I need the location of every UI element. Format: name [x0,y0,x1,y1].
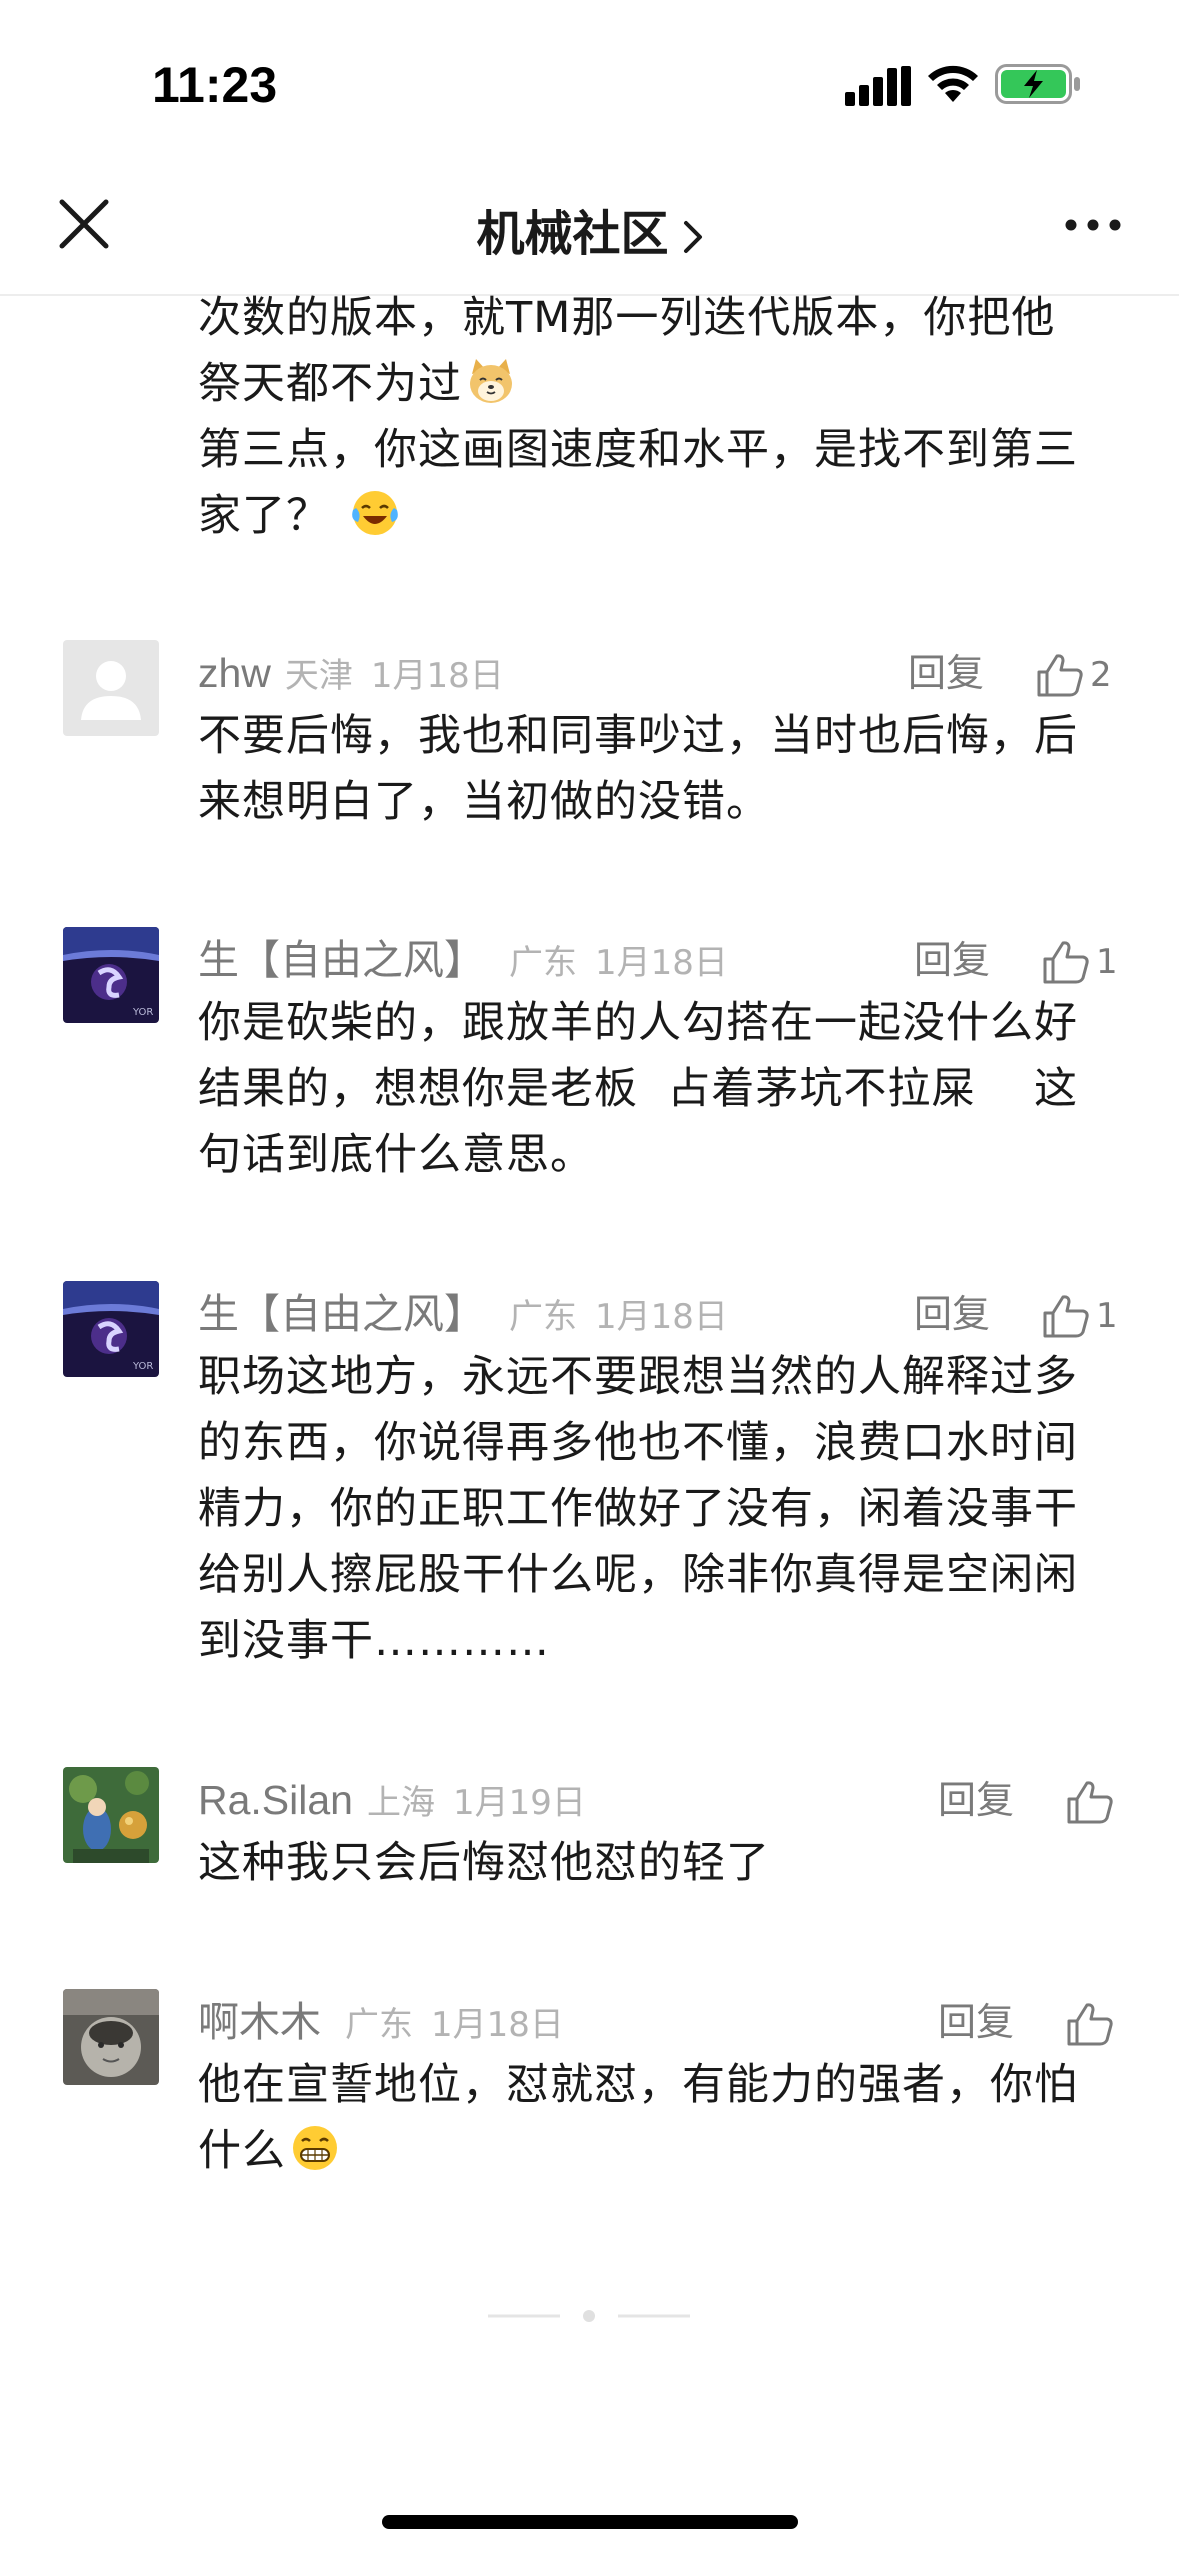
like-button[interactable]: 1 [1042,1284,1118,1344]
battery-charging-icon [995,64,1080,104]
reply-button[interactable]: 回复 [914,930,990,990]
comment-text: 职场这地方，永远不要跟想当然的人解释过多 的东西，你说得再多他也不懂，浪费口水时… [198,1344,1128,1674]
avatar[interactable] [63,640,159,736]
comment-location: 天津 [284,656,353,696]
comment-username[interactable]: Ra.Silan [198,1777,353,1823]
comment-date: 1月18日 [595,1297,728,1337]
comment-username[interactable]: 生【自由之风】 [198,937,485,983]
text-line: 职场这地方，永远不要跟想当然的人解释过多 [198,1352,1078,1402]
comment-username[interactable]: zhw [198,650,271,696]
text-line: 他在宣誓地位，怼就怼，有能力的强者，你怕 [198,2060,1078,2110]
thumbs-up-icon [1043,1294,1089,1337]
like-button[interactable] [1066,1770,1120,1830]
thumbs-up-icon [1043,940,1089,983]
wifi-icon [928,65,978,102]
status-bar: 11:23 [0,0,1179,150]
comment-text-fragment: 次数的版本，就TM那一列迭代版本，你把他 祭天都不为过 第三点，你这画图速度和水… [198,295,1128,549]
nav-bar: 机械社区 [0,150,1179,296]
comment-username[interactable]: 生【自由之风】 [198,1291,485,1337]
comment-text: 他在宣誓地位，怼就怼，有能力的强者，你怕 什么 [198,2052,1128,2184]
reply-button[interactable]: 回复 [938,1992,1014,2052]
comment-list[interactable]: 次数的版本，就TM那一列迭代版本，你把他 祭天都不为过 第三点，你这画图速度和水… [0,295,1179,2495]
avatar[interactable]: YOR [63,927,159,1023]
like-count: 2 [1090,654,1112,695]
comment-location: 广东 [509,1297,577,1337]
wind-avatar-image: YOR [63,927,159,1023]
home-indicator[interactable] [382,2515,798,2529]
nav-title[interactable]: 机械社区 [0,194,1179,264]
comment-location: 广东 [509,943,577,983]
text-line: 次数的版本，就TM那一列迭代版本，你把他 [198,295,1056,343]
comment-meta: zhw 天津 1月18日 [198,643,504,703]
text-line: 结果的，想想你是老板 占着茅坑不拉屎 这 [198,1064,1079,1114]
laugh-cry-emoji-icon [352,491,398,535]
avatar[interactable]: YOR [63,1281,159,1377]
text-line: 的东西，你说得再多他也不懂，浪费口水时间 [198,1418,1078,1468]
garden-avatar-image [63,1767,159,1863]
comment-username[interactable]: 啊木木 [198,1999,321,2045]
like-button[interactable]: 1 [1042,930,1118,990]
like-count: 1 [1096,941,1118,982]
comment-meta: Ra.Silan 上海 1月19日 [198,1770,586,1830]
text-line: 不要后悔，我也和同事吵过，当时也后悔，后 [198,711,1078,761]
thumbs-up-icon [1067,2002,1113,2045]
page-indicator [488,2310,690,2322]
text-line: 精力，你的正职工作做好了没有，闲着没事干 [198,1484,1078,1534]
comment-location: 上海 [366,1783,435,1823]
reply-button[interactable]: 回复 [938,1770,1014,1830]
text-line: 第三点，你这画图速度和水平，是找不到第三 [198,425,1078,475]
comment-text: 你是砍柴的，跟放羊的人勾搭在一起没什么好 结果的，想想你是老板 占着茅坑不拉屎 … [198,990,1128,1188]
comment-date: 1月18日 [431,2005,564,2045]
grin-emoji-icon [293,2126,337,2170]
more-icon[interactable] [1063,210,1123,240]
photo-avatar-image [63,1989,159,2085]
status-time: 11:23 [152,57,278,113]
like-button[interactable] [1066,1992,1120,2052]
text-line: 来想明白了，当初做的没错。 [198,777,770,827]
nav-title-text: 机械社区 [476,206,669,262]
svg-text:YOR: YOR [132,1007,153,1018]
text-line: 什么 [198,2118,1128,2184]
wind-avatar-image: YOR [63,1281,159,1377]
comment-meta: 生【自由之风】 广东 1月18日 [198,930,728,990]
comment-meta: 啊木木 广东 1月18日 [198,1992,564,2052]
comment-date: 1月19日 [452,1783,586,1823]
chevron-right-icon [683,221,702,253]
text-line: 句话到底什么意思。 [198,1130,594,1180]
comment-date: 1月18日 [595,943,728,983]
thumbs-up-icon [1067,1780,1113,1823]
comment-location: 广东 [345,2005,413,2045]
comment-meta: 生【自由之风】 广东 1月18日 [198,1284,728,1344]
comment-date: 1月18日 [370,656,504,696]
text-line: 家了？ [198,483,1128,549]
default-avatar-icon [63,640,159,736]
avatar[interactable] [63,1989,159,2085]
text-line: 给别人擦屁股干什么呢，除非你真得是空闲闲 [198,1550,1078,1600]
text-line: 你是砍柴的，跟放羊的人勾搭在一起没什么好 [198,998,1078,1048]
like-count: 1 [1096,1295,1118,1336]
doge-emoji-icon [470,359,512,403]
thumbs-up-icon [1037,653,1083,696]
text-line: 祭天都不为过 [198,351,1128,417]
text-line: 这种我只会后悔怼他怼的轻了 [198,1838,770,1888]
reply-button[interactable]: 回复 [914,1284,990,1344]
comment-text: 这种我只会后悔怼他怼的轻了 [198,1830,1128,1896]
svg-text:YOR: YOR [132,1361,153,1372]
comment-text: 不要后悔，我也和同事吵过，当时也后悔，后 来想明白了，当初做的没错。 [198,703,1128,835]
text-line: 到没事干………… [198,1616,550,1666]
like-button[interactable]: 2 [1036,643,1112,703]
cellular-signal-icon [845,66,911,106]
reply-button[interactable]: 回复 [908,643,984,703]
avatar[interactable] [63,1767,159,1863]
